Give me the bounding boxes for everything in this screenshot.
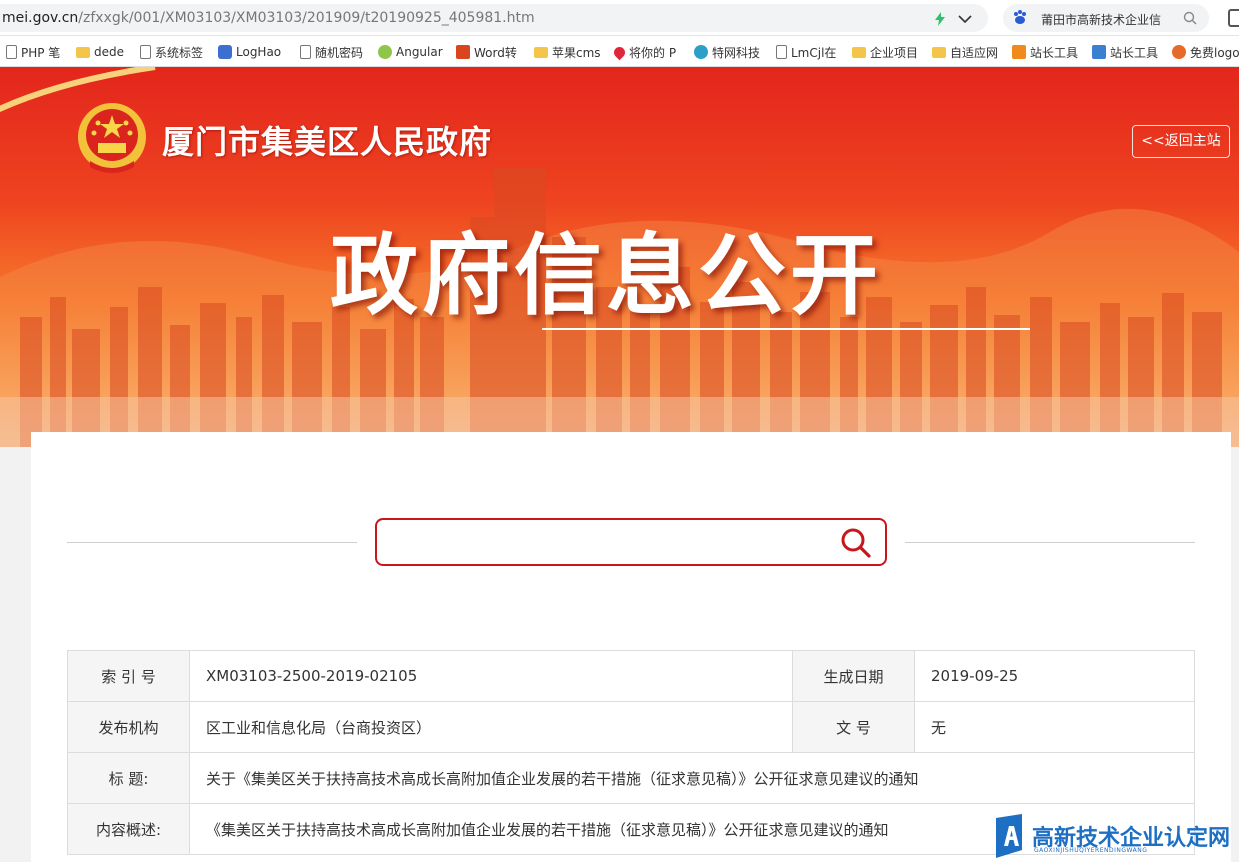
url-text[interactable]: mei.gov.cn/zfxxgk/001/XM03103/XM03103/20… [2,10,535,26]
bookmark-php[interactable]: PHP 笔 [6,43,64,61]
docno-label: 文 号 [792,701,915,753]
folder-icon [76,46,90,58]
globe-icon [694,45,708,59]
bookmark-enterprise[interactable]: 企业项目 [852,43,920,61]
title-label: 标 题: [67,752,190,804]
bookmarks-bar: PHP 笔 dede 系统标签 LogHao 随机密码 Angular Word… [0,36,1239,67]
docno-value: 无 [914,701,1195,753]
angular-icon [378,45,392,59]
org-label: 发布机构 [67,701,190,753]
word-icon [456,45,470,59]
circle-icon [1172,45,1186,59]
bookmark-apple-cms[interactable]: 苹果cms [534,43,604,61]
bookmark-dede[interactable]: dede [76,43,130,61]
search-divider-right [905,542,1195,543]
bookmark-responsive[interactable]: 自适应网 [932,43,1000,61]
lightning-icon[interactable] [934,12,946,26]
chevron-down-icon[interactable] [958,15,972,23]
title-value: 关于《集美区关于扶持高技术高成长高附加值企业发展的若干措施（征求意见稿）》公开征… [189,752,1195,804]
bookmark-free-logo[interactable]: 免费logo [1172,43,1239,61]
date-value: 2019-09-25 [914,650,1195,702]
bookmark-lmcjl[interactable]: LmCjl在 [776,43,842,61]
folder-icon [534,46,548,58]
national-emblem-icon [78,103,146,173]
browser-toolbar: mei.gov.cn/zfxxgk/001/XM03103/XM03103/20… [0,0,1239,36]
cube-icon [218,45,232,59]
site-search [375,518,887,566]
url-host: mei.gov.cn [2,10,79,26]
table-row: 标 题: 关于《集美区关于扶持高技术高成长高附加值企业发展的若干措施（征求意见稿… [67,752,1195,804]
address-bar[interactable]: mei.gov.cn/zfxxgk/001/XM03103/XM03103/20… [0,4,988,32]
table-row: 索 引 号 XM03103-2500-2019-02105 生成日期 2019-… [67,650,1195,702]
bookmark-webmaster-tools-1[interactable]: 站长工具 [1012,43,1080,61]
tool-icon [1012,45,1026,59]
bookmark-word[interactable]: Word转 [456,43,522,61]
org-value: 区工业和信息化局（台商投资区） [189,701,793,753]
page-icon [776,45,787,59]
bookmark-tewang[interactable]: 特网科技 [694,43,762,61]
summary-label: 内容概述: [67,803,190,855]
bookmark-webmaster-tools-2[interactable]: 站长工具 [1092,43,1160,61]
page-icon [6,45,17,59]
bookmark-loghao[interactable]: LogHao [218,43,286,61]
title-underline [542,328,1030,330]
search-icon[interactable] [839,526,873,560]
page-title: 政府信息公开 [330,224,883,327]
chart-icon [1092,45,1106,59]
browser-search-text[interactable]: 莆田市高新技术企业信 [1041,11,1173,28]
search-input[interactable] [389,528,829,556]
heart-icon [614,44,628,60]
date-label: 生成日期 [792,650,915,702]
bookmark-angular[interactable]: Angular [378,43,444,61]
bookmark-convert[interactable]: 将你的 P [614,43,680,61]
watermark: 高新技术企业认定网 GAOXINJISHUQIYERENDINGWANG [992,814,1239,862]
page: 厦门市集美区人民政府 <<返回主站 政府信息公开 索 引 号 XM03103-2… [0,67,1239,862]
index-label: 索 引 号 [67,650,190,702]
folder-icon [852,46,866,58]
baidu-paw-icon [1014,10,1026,24]
search-icon[interactable] [1183,11,1197,25]
back-to-main-button[interactable]: <<返回主站 [1132,125,1230,158]
content-panel: 索 引 号 XM03103-2500-2019-02105 生成日期 2019-… [31,432,1231,862]
table-row: 发布机构 区工业和信息化局（台商投资区） 文 号 无 [67,701,1195,753]
header-banner: 厦门市集美区人民政府 <<返回主站 政府信息公开 [0,67,1239,447]
gov-site-name[interactable]: 厦门市集美区人民政府 [162,117,492,163]
search-divider-left [67,542,357,543]
bookmark-system-tags[interactable]: 系统标签 [140,43,206,61]
page-icon [140,45,151,59]
folder-icon [932,46,946,58]
watermark-logo-icon [996,814,1022,858]
browser-search-box[interactable]: 莆田市高新技术企业信 [1003,4,1209,32]
extension-icon[interactable] [1228,9,1239,27]
url-path: /zfxxgk/001/XM03103/XM03103/201909/t2019… [78,10,535,26]
watermark-subtitle: GAOXINJISHUQIYERENDINGWANG [1034,847,1148,854]
bookmark-random-password[interactable]: 随机密码 [300,43,366,61]
index-value: XM03103-2500-2019-02105 [189,650,793,702]
page-icon [300,45,311,59]
